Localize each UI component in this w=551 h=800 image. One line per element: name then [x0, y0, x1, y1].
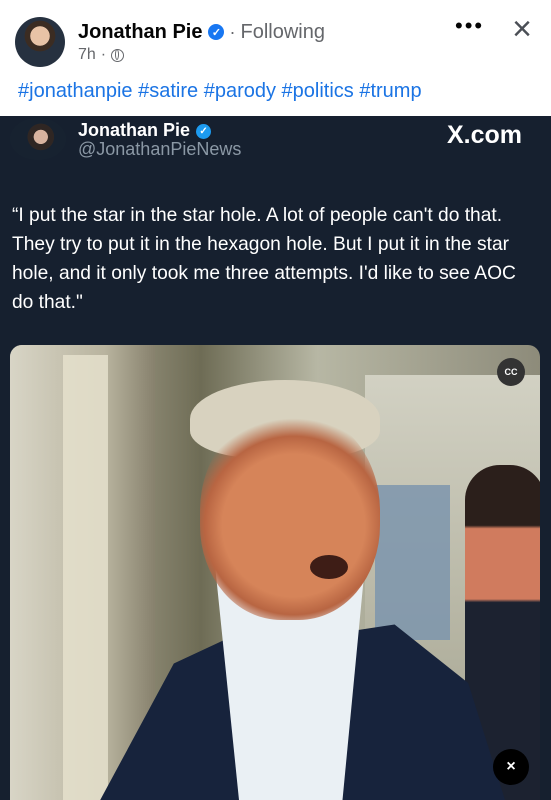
- post-meta: 7h ·: [78, 46, 125, 64]
- tweet-text: “I put the star in the star hole. A lot …: [12, 205, 516, 313]
- author-line: Jonathan Pie ✓ · Following: [78, 20, 325, 44]
- facebook-post-header: Jonathan Pie ✓ · Following 7h · ••• × #j…: [0, 0, 551, 102]
- tweet-author-handle: @JonathanPieNews: [78, 139, 242, 159]
- tweet-author-name: Jonathan Pie: [78, 120, 191, 140]
- video-doorway: [63, 355, 108, 800]
- post-hashtags[interactable]: #jonathanpie #satire #parody #politics #…: [18, 80, 538, 103]
- tweet-author-name-line: Jonathan Pie ✓: [78, 120, 212, 141]
- volume-muted-icon[interactable]: ×: [493, 749, 529, 785]
- following-status[interactable]: Following: [240, 21, 324, 44]
- meta-separator: ·: [100, 46, 107, 63]
- embedded-tweet-card[interactable]: Jonathan Pie ✓ @JonathanPieNews X.com “I …: [0, 116, 551, 800]
- verified-badge-icon: ✓: [208, 24, 225, 40]
- separator-dot: ·: [229, 21, 236, 42]
- video-mouth: [310, 555, 348, 579]
- globe-icon: [111, 48, 125, 62]
- x-com-label: X.com: [447, 121, 523, 149]
- closed-captions-icon[interactable]: CC: [497, 358, 525, 386]
- close-icon[interactable]: ×: [506, 12, 538, 46]
- post-time[interactable]: 7h: [78, 46, 96, 64]
- video-face: [200, 410, 380, 620]
- tweet-author-avatar: [10, 118, 66, 160]
- video-blue-panel: [375, 485, 450, 640]
- author-avatar[interactable]: [15, 17, 65, 67]
- author-name[interactable]: Jonathan Pie: [78, 21, 202, 44]
- tweet-verified-badge-icon: ✓: [196, 124, 212, 139]
- more-options-icon[interactable]: •••: [455, 15, 482, 41]
- video-player[interactable]: CC: [10, 345, 540, 800]
